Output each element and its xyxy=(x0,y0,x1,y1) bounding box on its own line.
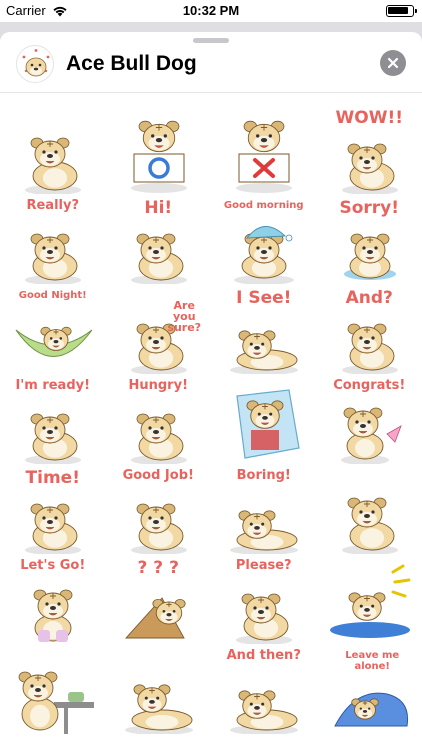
sticker-are-you-sure[interactable]: Are you sure? xyxy=(106,286,212,376)
sticker-caption: WOW!! xyxy=(335,108,403,128)
sticker-good-morning[interactable]: Good morning xyxy=(211,196,317,286)
sign-x-bulldog-illustration xyxy=(236,120,292,193)
sheet-header: Ace Bull Dog xyxy=(0,44,422,92)
sticker-question[interactable]: ? ? ? xyxy=(106,556,212,646)
sulking-bulldog-illustration xyxy=(341,497,398,554)
sticker-time[interactable]: Time! xyxy=(0,466,106,556)
sticker-caption: Leave me alone! xyxy=(345,650,400,672)
sticker-caption: Please? xyxy=(235,558,292,573)
close-button[interactable] xyxy=(380,50,406,76)
sticker-caption: Good Night! xyxy=(18,290,87,301)
sticker-surfing[interactable] xyxy=(317,556,422,646)
sticker-sitting[interactable] xyxy=(0,106,106,196)
sticker-caption: Hungry! xyxy=(128,378,188,393)
sticker-caption: Congrats! xyxy=(333,378,406,393)
sticker-caption: Hi! xyxy=(144,198,173,218)
status-time: 10:32 PM xyxy=(182,3,240,18)
sticker-please[interactable]: Please? xyxy=(211,556,317,646)
sticker-good-job[interactable]: Good Job! xyxy=(106,466,212,556)
header-divider xyxy=(0,92,422,93)
leaning-bulldog-illustration xyxy=(18,671,94,734)
sticker-frozen[interactable] xyxy=(211,376,317,466)
sticker-caption: And then? xyxy=(226,648,301,663)
sticker-leaning[interactable] xyxy=(0,646,106,736)
sign-o-bulldog-illustration xyxy=(130,120,187,193)
close-x-icon xyxy=(387,57,399,69)
bulldog-face-icon xyxy=(19,48,53,82)
sticker-sign-o[interactable] xyxy=(106,106,212,196)
surfing-bulldog-illustration xyxy=(329,564,410,638)
sticker-hi[interactable]: Hi! xyxy=(106,196,212,286)
sticker-lets-go[interactable]: Let's Go! xyxy=(0,556,106,646)
sticker-caption: I'm ready! xyxy=(15,378,91,393)
sticker-caption: I See! xyxy=(236,288,292,308)
sticker-lying[interactable] xyxy=(106,646,212,736)
battery-level xyxy=(388,7,408,14)
sticker-boring[interactable]: Boring! xyxy=(211,466,317,556)
status-bar: Carrier 10:32 PM xyxy=(0,0,422,22)
sticker-sheet: Ace Bull Dog WOW!! Really? Hi! Good morn… xyxy=(0,32,422,750)
battery-icon xyxy=(386,5,417,17)
sticker-really[interactable]: Really? xyxy=(0,196,106,286)
sticker-caption: Boring! xyxy=(236,468,291,483)
sticker-caption: Let's Go! xyxy=(20,558,86,573)
sticker-hungry[interactable]: Hungry! xyxy=(106,376,212,466)
sticker-caption: Sorry! xyxy=(339,198,400,218)
sticker-caption: And? xyxy=(345,288,393,308)
sticker-wow[interactable]: WOW!! xyxy=(317,106,422,196)
lying-bulldog-illustration xyxy=(124,684,193,734)
sticker-caption: Good Job! xyxy=(122,468,194,483)
sticker-leave-me-alone[interactable]: Leave me alone! xyxy=(317,646,422,736)
frozen-bulldog-illustration xyxy=(236,389,300,459)
sticker-i-see[interactable]: I See! xyxy=(211,286,317,376)
sheet-grabber[interactable] xyxy=(193,38,229,43)
sticker-caption: Good morning xyxy=(223,200,304,211)
sticker-caption: Really? xyxy=(26,198,80,213)
sticker-caption: Time! xyxy=(25,468,80,488)
sticker-and[interactable]: And? xyxy=(317,286,422,376)
bulldog-app-icon xyxy=(16,45,54,83)
sticker-sorry[interactable]: Sorry! xyxy=(317,196,422,286)
sticker-sulking[interactable] xyxy=(317,466,422,556)
battery-cap xyxy=(415,9,417,13)
sticker-caption: ? ? ? xyxy=(137,558,179,578)
sticker-and-then[interactable]: And then? xyxy=(211,646,317,736)
sticker-caption: Are you sure? xyxy=(167,299,202,334)
sticker-im-ready[interactable]: I'm ready! xyxy=(0,376,106,466)
app-title: Ace Bull Dog xyxy=(66,52,197,75)
sitting-bulldog-illustration xyxy=(25,137,81,194)
sticker-grid: WOW!! Really? Hi! Good morning Sorry! Go… xyxy=(0,106,422,736)
sticker-sign-x[interactable] xyxy=(211,106,317,196)
sticker-good-night[interactable]: Good Night! xyxy=(0,286,106,376)
sticker-congrats[interactable]: Congrats! xyxy=(317,376,422,466)
